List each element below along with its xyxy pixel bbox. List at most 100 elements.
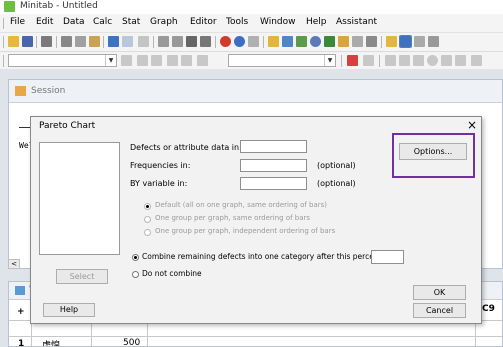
toolbar-separator — [153, 36, 154, 48]
copy-icon[interactable] — [75, 36, 86, 47]
print-icon[interactable] — [41, 36, 52, 47]
menu-bar: File Edit Data Calc Stat Graph Editor To… — [0, 14, 503, 33]
save-icon[interactable] — [22, 36, 33, 47]
worksheet-icon — [15, 286, 25, 295]
toolbar-separator — [379, 55, 380, 67]
toolbar-grip — [3, 36, 4, 48]
frequencies-optional: (optional) — [317, 161, 356, 170]
find-icon[interactable] — [186, 36, 197, 47]
radio-independent-ordering — [144, 229, 151, 236]
marker-icon[interactable] — [471, 55, 482, 66]
zoom-icon[interactable] — [363, 55, 374, 66]
row-header-marker[interactable]: + — [17, 307, 25, 317]
by-variable-field[interactable] — [240, 177, 307, 190]
flag-icon[interactable] — [197, 55, 208, 66]
menu-edit[interactable]: Edit — [36, 17, 53, 27]
frequencies-field[interactable] — [240, 159, 307, 172]
rectangle-icon[interactable] — [413, 55, 424, 66]
variable-list[interactable] — [39, 142, 120, 255]
menu-grip — [3, 18, 4, 29]
pointer-icon[interactable] — [385, 55, 396, 66]
row-number[interactable]: 1 — [18, 339, 24, 346]
cancel-icon[interactable] — [220, 36, 231, 47]
redo-icon[interactable] — [122, 36, 133, 47]
session-icon — [15, 86, 26, 96]
history-icon[interactable] — [324, 36, 335, 47]
related-documents-icon[interactable] — [366, 36, 377, 47]
graphs-folder-icon[interactable] — [428, 36, 439, 47]
radio-same-ordering — [144, 216, 151, 223]
menu-editor[interactable]: Editor — [190, 17, 217, 27]
do-not-combine-label: Do not combine — [142, 269, 202, 278]
toolbar-separator — [103, 36, 104, 48]
stop-icon[interactable] — [248, 36, 259, 47]
close-icon[interactable]: × — [465, 118, 479, 132]
cancel-button[interactable]: Cancel — [413, 303, 466, 318]
combine-percent-field[interactable] — [371, 250, 404, 264]
crosshair-icon[interactable] — [167, 55, 178, 66]
worksheet-icon[interactable] — [296, 36, 307, 47]
title-bar: Minitab - Untitled — [0, 0, 503, 14]
menu-calc[interactable]: Calc — [93, 17, 112, 27]
menu-window[interactable]: Window — [260, 17, 296, 27]
set-id-variables-icon[interactable] — [181, 55, 192, 66]
menu-stat[interactable]: Stat — [122, 17, 140, 27]
window-title: Minitab - Untitled — [20, 1, 98, 11]
by-variable-optional: (optional) — [317, 179, 356, 188]
menu-assistant[interactable]: Assistant — [336, 17, 377, 27]
cell-value[interactable]: 500 — [123, 338, 140, 346]
toolbar-grip — [3, 55, 4, 67]
column-header-c9[interactable]: C9 — [482, 304, 495, 314]
info-icon[interactable] — [310, 36, 321, 47]
toolbar-separator — [215, 36, 216, 48]
new-folder-icon[interactable] — [352, 36, 363, 47]
text-tool-icon[interactable] — [399, 55, 410, 66]
annotation-combo[interactable]: ▼ — [228, 54, 336, 67]
insert-cells-icon[interactable] — [158, 36, 169, 47]
project-manager-icon[interactable] — [386, 36, 397, 47]
chevron-down-icon[interactable]: ▼ — [105, 55, 116, 66]
line-icon[interactable] — [441, 55, 452, 66]
menu-graph[interactable]: Graph — [150, 17, 178, 27]
worksheets-folder-icon[interactable] — [414, 36, 425, 47]
menu-help[interactable]: Help — [306, 17, 327, 27]
cut-icon[interactable] — [61, 36, 72, 47]
ellipse-icon[interactable] — [427, 55, 438, 66]
session-window-icon[interactable] — [282, 36, 293, 47]
frequencies-label: Frequencies in: — [130, 161, 191, 170]
menu-tools[interactable]: Tools — [226, 17, 248, 27]
undo-icon[interactable] — [108, 36, 119, 47]
edit-icon[interactable] — [151, 55, 162, 66]
help-button[interactable]: Help — [43, 303, 95, 317]
menu-data[interactable]: Data — [63, 17, 85, 27]
cell-value[interactable]: 虚惶 — [42, 338, 60, 346]
replace-icon[interactable] — [200, 36, 211, 47]
brush-icon[interactable] — [137, 55, 148, 66]
defects-field[interactable] — [240, 140, 307, 153]
insert-rows-icon[interactable] — [172, 36, 183, 47]
edit-last-dialog-icon[interactable] — [138, 36, 149, 47]
radio-combine-defects[interactable] — [132, 254, 139, 261]
toolbar-separator — [381, 36, 382, 48]
session-folder-icon[interactable] — [399, 35, 412, 48]
show-graphs-icon[interactable] — [268, 36, 279, 47]
polygon-icon[interactable] — [455, 55, 466, 66]
open-icon[interactable] — [8, 36, 19, 47]
select-item-icon[interactable] — [121, 55, 132, 66]
scroll-left-button[interactable]: < — [8, 259, 20, 269]
report-pad-icon[interactable] — [338, 36, 349, 47]
toolbar-separator — [56, 36, 57, 48]
help-icon[interactable] — [234, 36, 245, 47]
by-variable-label: BY variable in: — [130, 179, 188, 188]
paste-icon[interactable] — [89, 36, 100, 47]
chevron-down-icon[interactable]: ▼ — [324, 55, 335, 66]
minitab-app-icon — [4, 1, 15, 12]
item-selector-combo[interactable]: ▼ — [8, 54, 117, 67]
delete-icon[interactable] — [347, 55, 358, 66]
grid-line — [9, 336, 502, 337]
radio-do-not-combine[interactable] — [132, 271, 139, 278]
menu-file[interactable]: File — [10, 17, 25, 27]
session-title-bar[interactable]: Session — [9, 80, 502, 103]
toolbar-separator — [263, 36, 264, 48]
ok-button[interactable]: OK — [413, 285, 466, 300]
